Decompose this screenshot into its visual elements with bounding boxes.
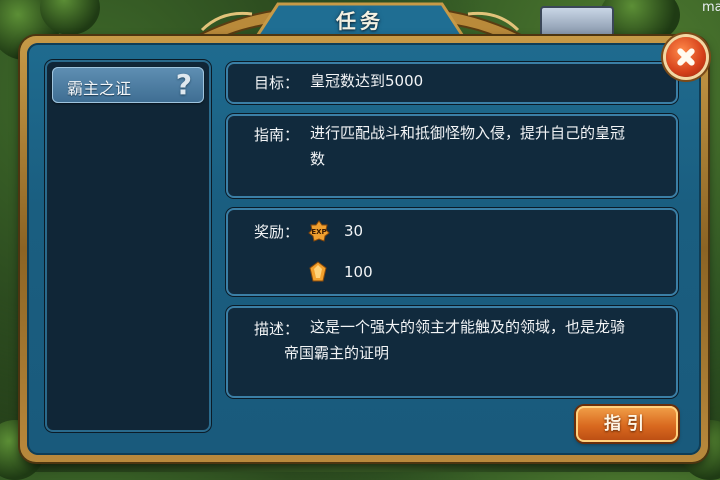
guide-button[interactable]: 指引	[576, 406, 678, 442]
description-text-line1: 这是一个强大的领主才能触及的领域，也是龙骑	[310, 318, 626, 336]
objective-box: 目标： 皇冠数达到5000	[226, 62, 678, 104]
reward-exp-value: 30	[344, 222, 364, 240]
window-title: 任务	[336, 9, 384, 33]
exp-icon: EXP	[308, 220, 330, 242]
guide-text-line1: 进行匹配战斗和抵御怪物入侵，提升自己的皇冠	[310, 124, 626, 142]
description-box: 描述： 这是一个强大的领主才能触及的领域，也是龙骑 帝国霸主的证明	[226, 306, 678, 398]
reward-gem-value: 100	[344, 263, 373, 281]
close-icon[interactable]	[666, 37, 706, 77]
guide-text-line2: 数	[310, 150, 326, 168]
gem-icon	[309, 261, 327, 282]
corner-text: ma	[702, 0, 720, 15]
description-label: 描述：	[254, 320, 300, 338]
objective-text: 皇冠数达到5000	[310, 72, 424, 90]
guide-label: 指南：	[254, 126, 300, 144]
rewards-box: 奖励：	[226, 208, 678, 296]
help-icon[interactable]: ?	[176, 68, 192, 101]
description-text-line2: 帝国霸主的证明	[284, 344, 390, 362]
quest-list-item-label: 霸主之证	[67, 79, 132, 98]
rewards-label: 奖励：	[254, 223, 300, 241]
guide-box: 指南： 进行匹配战斗和抵御怪物入侵，提升自己的皇冠 数	[226, 114, 678, 198]
quest-list-item[interactable]: 霸主之证 ?	[52, 67, 204, 103]
quest-list-panel	[45, 60, 211, 432]
svg-text:EXP: EXP	[311, 228, 326, 236]
objective-label: 目标：	[254, 74, 300, 92]
background-building	[540, 6, 614, 40]
